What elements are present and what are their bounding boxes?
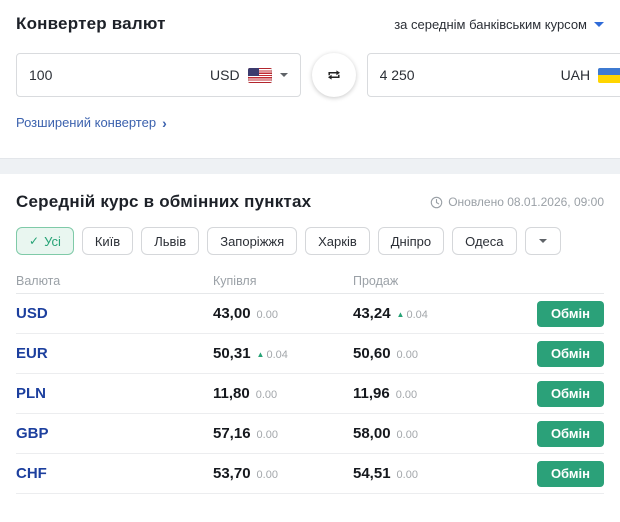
buy-value: 57,16 [213, 425, 251, 442]
exchange-button[interactable]: Обмін [537, 381, 604, 407]
chevron-right-icon: › [162, 116, 167, 130]
buy-cell: 11,80 0.00 [213, 385, 353, 402]
swap-arrows-icon [324, 65, 344, 85]
more-cities-chip[interactable] [525, 227, 561, 255]
rates-title: Середній курс в обмінних пунктах [16, 192, 311, 212]
currency-code-link[interactable]: USD [16, 305, 213, 322]
from-amount-input[interactable] [29, 67, 210, 83]
column-header-currency: Валюта [16, 274, 213, 288]
currency-code-link[interactable]: EUR [16, 345, 213, 362]
buy-change: 0.00 [257, 429, 278, 441]
converter-header: Конвертер валют за середнім банківським … [16, 14, 604, 34]
city-filter-chips: ✓ Усі Київ Львів Запоріжжя Харків Дніпро… [16, 227, 604, 255]
table-row: USD 43,00 0.00 43,24 ▲0.04 Обмін [16, 293, 604, 333]
us-flag-icon [248, 68, 272, 83]
table-row: PLN 11,80 0.00 11,96 0.00 Обмін [16, 373, 604, 413]
to-currency-code: UAH [561, 67, 591, 83]
converter-row: USD UAH [16, 53, 604, 97]
sell-change: 0.00 [397, 429, 418, 441]
clock-icon [430, 196, 443, 209]
city-filter-chip[interactable]: Київ [82, 227, 133, 255]
exchange-button[interactable]: Обмін [537, 301, 604, 327]
city-filter-chip[interactable]: Харків [305, 227, 370, 255]
table-row: CHF 53,70 0.00 54,51 0.00 Обмін [16, 453, 604, 493]
buy-cell: 43,00 0.00 [213, 305, 353, 322]
chevron-down-icon [594, 22, 604, 27]
currency-code-link[interactable]: CHF [16, 465, 213, 482]
rate-mode-dropdown[interactable]: за середнім банківським курсом [394, 17, 604, 32]
city-filter-chip[interactable]: Дніпро [378, 227, 444, 255]
sell-cell: 54,51 0.00 [353, 465, 540, 482]
column-header-buy: Купівля [213, 274, 353, 288]
section-divider [0, 158, 620, 174]
sell-change: 0.00 [396, 389, 417, 401]
buy-value: 11,80 [213, 385, 250, 402]
city-filter-chip[interactable]: Львів [141, 227, 199, 255]
advanced-converter-link[interactable]: Розширений конвертер › [16, 115, 167, 130]
up-triangle-icon: ▲ [257, 350, 265, 359]
sell-value: 43,24 [353, 305, 391, 322]
sell-change: 0.04 [406, 309, 427, 321]
table-header: Валюта Купівля Продаж [16, 269, 604, 293]
buy-change: 0.00 [256, 389, 277, 401]
sell-value: 50,60 [353, 345, 391, 362]
exchange-button[interactable]: Обмін [537, 341, 604, 367]
sell-cell: 58,00 0.00 [353, 425, 540, 442]
city-filter-chip[interactable]: Запоріжжя [207, 227, 297, 255]
chevron-down-icon [280, 73, 288, 77]
to-currency-selector[interactable]: UAH [561, 67, 620, 83]
sell-value: 54,51 [353, 465, 391, 482]
ua-flag-icon [598, 68, 620, 83]
rates-header: Середній курс в обмінних пунктах Оновлен… [16, 192, 604, 212]
table-bottom-divider [16, 493, 604, 494]
rates-table: USD 43,00 0.00 43,24 ▲0.04 Обмін EUR 50,… [16, 293, 604, 493]
buy-cell: 57,16 0.00 [213, 425, 353, 442]
buy-cell: 50,31 ▲0.04 [213, 345, 353, 362]
column-header-sell: Продаж [353, 274, 540, 288]
from-currency-selector[interactable]: USD [210, 67, 288, 83]
from-amount-box: USD [16, 53, 301, 97]
sell-cell: 43,24 ▲0.04 [353, 305, 540, 322]
city-filter-chip[interactable]: ✓ Усі [16, 227, 74, 255]
sell-cell: 11,96 0.00 [353, 385, 540, 402]
sell-change: 0.00 [397, 469, 418, 481]
from-currency-code: USD [210, 67, 240, 83]
rate-mode-label: за середнім банківським курсом [394, 17, 587, 32]
up-triangle-icon: ▲ [397, 310, 405, 319]
currency-code-link[interactable]: PLN [16, 385, 213, 402]
buy-value: 43,00 [213, 305, 251, 322]
buy-value: 50,31 [213, 345, 251, 362]
buy-cell: 53,70 0.00 [213, 465, 353, 482]
exchange-button[interactable]: Обмін [537, 461, 604, 487]
converter-title: Конвертер валют [16, 14, 166, 34]
updated-timestamp: Оновлено 08.01.2026, 09:00 [430, 195, 604, 209]
table-row: EUR 50,31 ▲0.04 50,60 0.00 Обмін [16, 333, 604, 373]
swap-currencies-button[interactable] [312, 53, 356, 97]
sell-cell: 50,60 0.00 [353, 345, 540, 362]
chevron-down-icon [539, 239, 547, 243]
buy-change: 0.00 [257, 309, 278, 321]
exchange-button[interactable]: Обмін [537, 421, 604, 447]
buy-change: 0.04 [266, 349, 287, 361]
city-filter-chip[interactable]: Одеса [452, 227, 516, 255]
sell-value: 11,96 [353, 385, 390, 402]
buy-change: 0.00 [257, 469, 278, 481]
sell-change: 0.00 [397, 349, 418, 361]
to-amount-input[interactable] [380, 67, 561, 83]
table-row: GBP 57,16 0.00 58,00 0.00 Обмін [16, 413, 604, 453]
to-amount-box: UAH [367, 53, 620, 97]
sell-value: 58,00 [353, 425, 391, 442]
buy-value: 53,70 [213, 465, 251, 482]
check-icon: ✓ [29, 235, 39, 247]
currency-code-link[interactable]: GBP [16, 425, 213, 442]
